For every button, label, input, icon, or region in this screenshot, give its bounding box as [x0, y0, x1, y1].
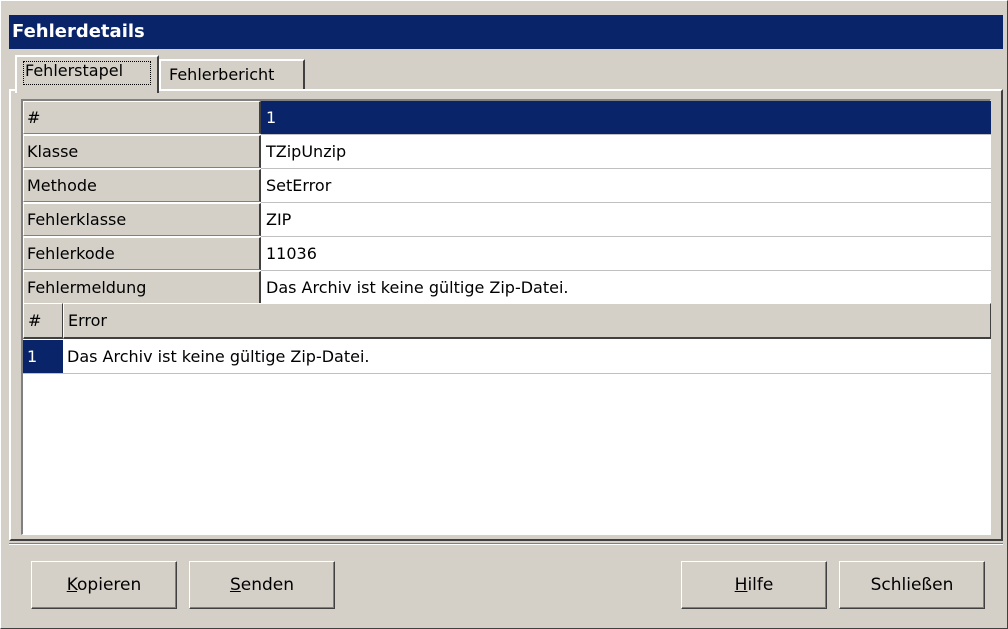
help-mnemonic: H — [734, 575, 748, 595]
tab-panel — [9, 89, 1003, 541]
copy-button[interactable]: Kopieren — [31, 561, 177, 609]
tab-label: Fehlerbericht — [169, 65, 275, 84]
tab-fehlerstapel[interactable]: Fehlerstapel — [15, 55, 159, 93]
send-mnemonic: S — [229, 575, 241, 595]
window-title: Fehlerdetails — [12, 21, 145, 42]
send-button[interactable]: Senden — [189, 561, 335, 609]
tab-label: Fehlerstapel — [25, 61, 124, 80]
tab-fehlerbericht[interactable]: Fehlerbericht — [159, 59, 305, 91]
help-label: ilfe — [747, 575, 774, 595]
help-button[interactable]: Hilfe — [681, 561, 827, 609]
copy-label: opieren — [77, 575, 142, 595]
close-button[interactable]: Schließen — [839, 561, 985, 609]
send-label: enden — [240, 575, 295, 595]
footer-divider — [9, 543, 1003, 545]
error-details-window: Fehlerdetails Fehlerbericht Fehlerstapel… — [0, 0, 1008, 629]
copy-mnemonic: K — [66, 575, 78, 595]
title-bar: Fehlerdetails — [9, 15, 1003, 49]
